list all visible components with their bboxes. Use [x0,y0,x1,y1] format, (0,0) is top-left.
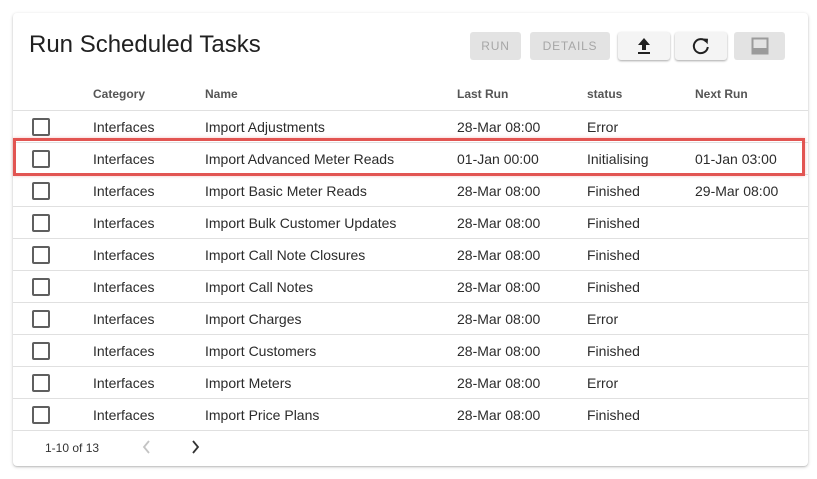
panel-toggle-button[interactable] [734,32,785,60]
chevron-left-icon[interactable] [141,439,151,460]
refresh-button[interactable] [675,32,727,60]
category-cell: Interfaces [93,270,205,303]
row-checkbox[interactable] [32,341,50,360]
run-button[interactable]: RUN [470,32,521,60]
last-run-cell: 28-Mar 08:00 [457,206,587,239]
row-checkbox[interactable] [32,405,50,424]
bottom-panel-icon [751,37,769,55]
category-cell: Interfaces [93,110,205,143]
next-run-cell [695,302,808,335]
table-row[interactable]: Interfaces Import Adjustments 28-Mar 08:… [13,110,808,143]
status-cell: Initialising [587,142,695,175]
row-checkbox[interactable] [32,117,50,136]
name-cell: Import Adjustments [205,110,457,143]
category-column-header[interactable]: Category [93,78,205,111]
row-checkbox[interactable] [32,181,50,200]
category-cell: Interfaces [93,398,205,431]
table-header-row: Category Name Last Run status Next Run [13,78,808,111]
table-row[interactable]: Interfaces Import Advanced Meter Reads 0… [13,142,808,175]
category-cell: Interfaces [93,174,205,207]
refresh-icon [692,37,710,55]
table-row[interactable]: Interfaces Import Bulk Customer Updates … [13,206,808,239]
name-cell: Import Customers [205,334,457,367]
toolbar: RUN DETAILS [13,32,808,61]
next-run-cell [695,270,808,303]
upload-button[interactable] [618,32,670,60]
scheduled-tasks-card: Run Scheduled Tasks RUN DETAILS Category… [13,13,808,466]
chevron-right-icon[interactable] [191,439,201,460]
row-checkbox[interactable] [32,213,50,232]
name-column-header[interactable]: Name [205,78,457,111]
status-cell: Error [587,366,695,399]
tasks-table: Category Name Last Run status Next Run I… [13,78,808,431]
last-run-cell: 28-Mar 08:00 [457,238,587,271]
category-cell: Interfaces [93,302,205,335]
last-run-cell: 01-Jan 00:00 [457,142,587,175]
table-row[interactable]: Interfaces Import Charges 28-Mar 08:00 E… [13,302,808,335]
name-cell: Import Basic Meter Reads [205,174,457,207]
name-cell: Import Charges [205,302,457,335]
last-run-cell: 28-Mar 08:00 [457,270,587,303]
table-row[interactable]: Interfaces Import Meters 28-Mar 08:00 Er… [13,366,808,399]
row-checkbox[interactable] [32,277,50,296]
name-cell: Import Meters [205,366,457,399]
upload-icon [636,37,652,55]
last-run-cell: 28-Mar 08:00 [457,398,587,431]
status-cell: Finished [587,270,695,303]
status-cell: Error [587,302,695,335]
table-row[interactable]: Interfaces Import Call Note Closures 28-… [13,238,808,271]
category-cell: Interfaces [93,334,205,367]
table-row[interactable]: Interfaces Import Customers 28-Mar 08:00… [13,334,808,367]
name-cell: Import Call Note Closures [205,238,457,271]
last-run-cell: 28-Mar 08:00 [457,110,587,143]
status-cell: Finished [587,398,695,431]
select-column-header [13,78,93,111]
next-run-cell [695,206,808,239]
table-row[interactable]: Interfaces Import Price Plans 28-Mar 08:… [13,398,808,431]
row-checkbox[interactable] [32,309,50,328]
status-cell: Finished [587,334,695,367]
category-cell: Interfaces [93,238,205,271]
category-cell: Interfaces [93,366,205,399]
name-cell: Import Price Plans [205,398,457,431]
next-run-cell [695,366,808,399]
status-cell: Finished [587,206,695,239]
name-cell: Import Call Notes [205,270,457,303]
status-cell: Error [587,110,695,143]
last-run-cell: 28-Mar 08:00 [457,174,587,207]
category-cell: Interfaces [93,206,205,239]
row-checkbox[interactable] [32,373,50,392]
pagination-footer: 1-10 of 13 [13,431,808,466]
last-run-column-header[interactable]: Last Run [457,78,587,111]
last-run-cell: 28-Mar 08:00 [457,334,587,367]
details-button[interactable]: DETAILS [530,32,610,60]
table-row[interactable]: Interfaces Import Call Notes 28-Mar 08:0… [13,270,808,303]
next-run-cell [695,398,808,431]
next-run-cell [695,110,808,143]
last-run-cell: 28-Mar 08:00 [457,302,587,335]
pagination-range: 1-10 of 13 [45,441,100,455]
row-checkbox[interactable] [32,149,50,168]
next-run-cell: 29-Mar 08:00 [695,174,808,207]
status-cell: Finished [587,174,695,207]
next-run-cell [695,334,808,367]
status-cell: Finished [587,238,695,271]
row-checkbox[interactable] [32,245,50,264]
category-cell: Interfaces [93,142,205,175]
next-run-cell: 01-Jan 03:00 [695,142,808,175]
next-run-cell [695,238,808,271]
name-cell: Import Advanced Meter Reads [205,142,457,175]
table-row[interactable]: Interfaces Import Basic Meter Reads 28-M… [13,174,808,207]
status-column-header[interactable]: status [587,78,695,111]
next-run-column-header[interactable]: Next Run [695,78,808,111]
name-cell: Import Bulk Customer Updates [205,206,457,239]
last-run-cell: 28-Mar 08:00 [457,366,587,399]
